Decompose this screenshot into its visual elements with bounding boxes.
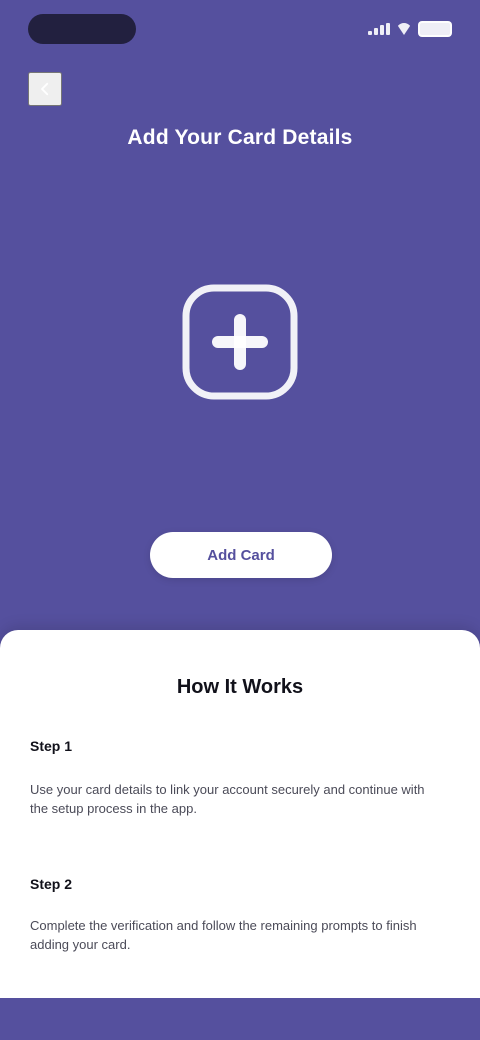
hero-section: Add Your Card Details Add Card — [0, 0, 480, 630]
battery-icon — [418, 21, 452, 37]
instructions-sheet: How It Works Step 1 Use your card detail… — [0, 630, 480, 998]
back-button[interactable] — [28, 72, 62, 106]
back-arrow-icon — [41, 82, 49, 96]
sheet-title: How It Works — [176, 676, 304, 698]
step-2-label: Step 2 — [30, 876, 73, 892]
step-1-label: Step 1 — [30, 738, 73, 754]
wifi-icon — [396, 23, 412, 35]
plus-square-icon — [182, 284, 298, 400]
bottom-accent-band — [0, 998, 480, 1040]
status-time — [28, 14, 136, 44]
page-title: Add Your Card Details — [127, 126, 353, 149]
add-card-button[interactable]: Add Card — [150, 532, 332, 578]
mobile-screen: Add Your Card Details Add Card How It Wo… — [0, 0, 480, 1040]
status-bar — [0, 0, 480, 60]
status-icons — [356, 18, 452, 40]
step-1-text: Use your card details to link your accou… — [30, 782, 425, 816]
signal-icon — [368, 23, 390, 35]
step-2-text: Complete the verification and follow the… — [30, 918, 417, 952]
add-card-tile[interactable] — [178, 280, 302, 404]
